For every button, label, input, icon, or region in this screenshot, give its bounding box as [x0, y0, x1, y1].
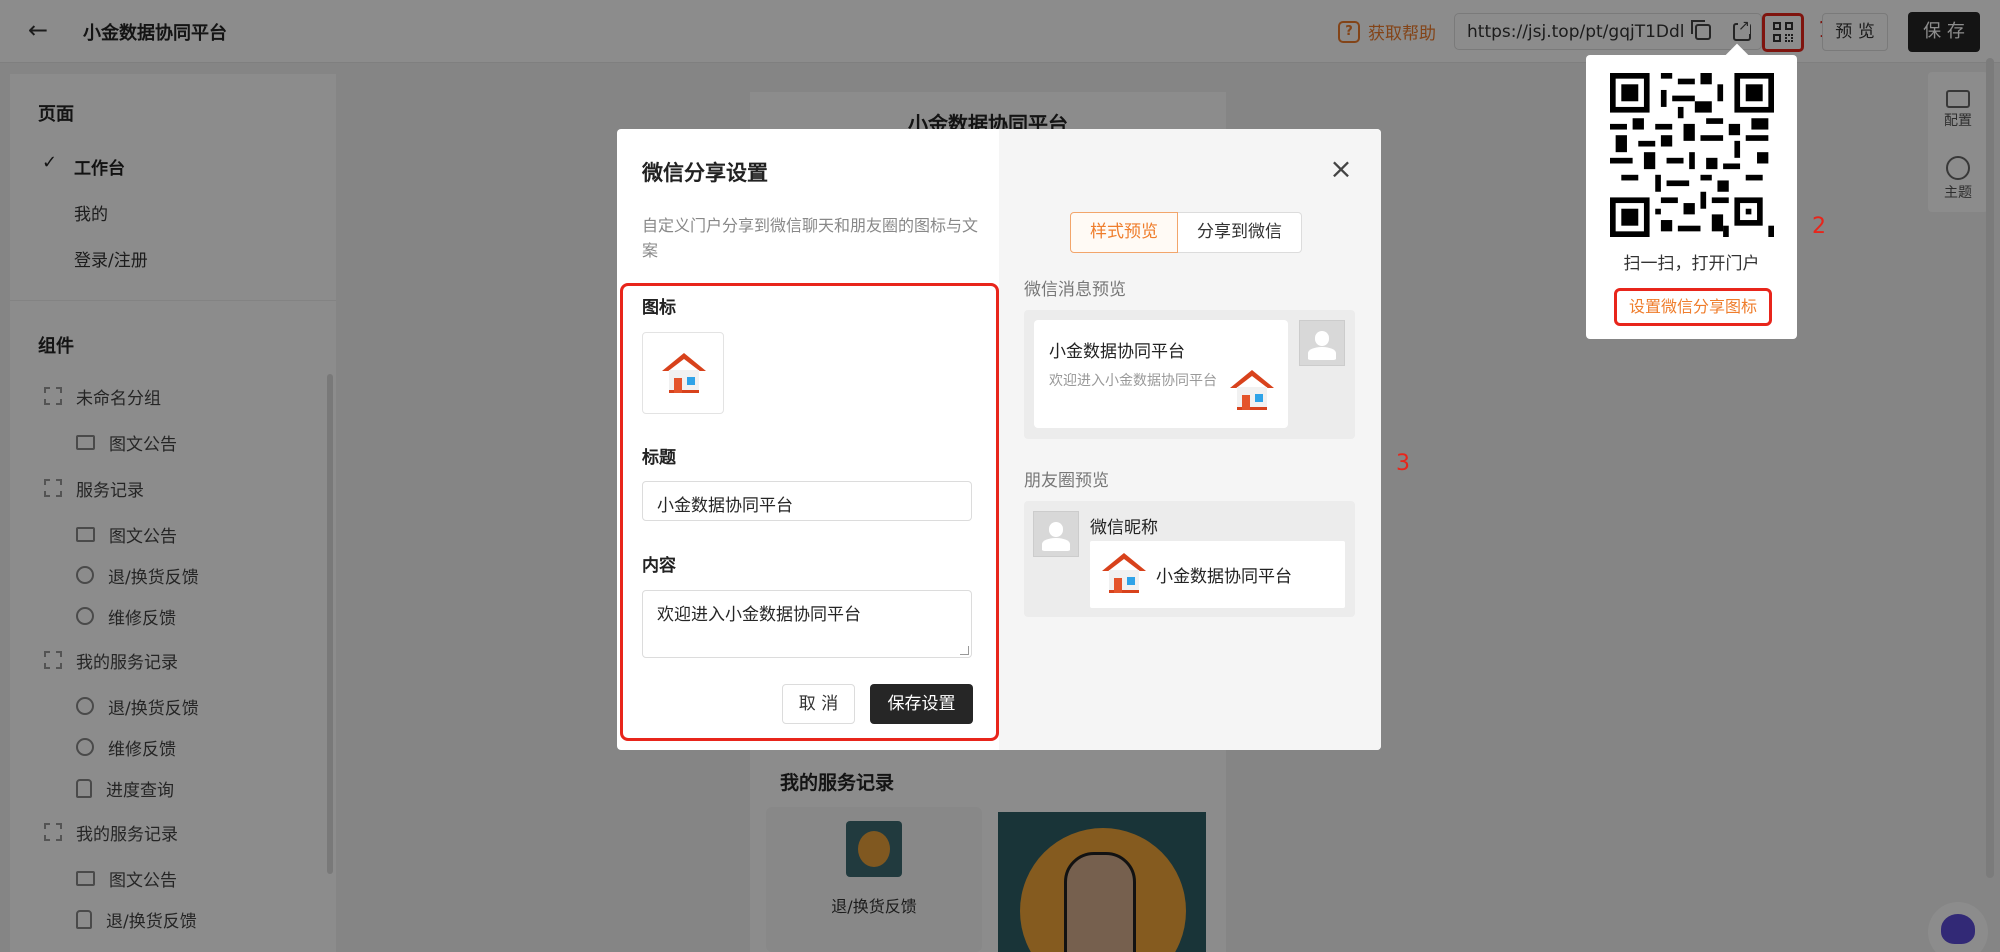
house-icon — [662, 353, 706, 393]
modal-description: 自定义门户分享到微信聊天和朋友圈的图标与文案 — [642, 216, 979, 260]
moments-preview-label: 朋友圈预览 — [1024, 471, 1109, 491]
qr-popover: 扫一扫，打开门户 设置微信分享图标 — [1586, 55, 1797, 339]
cancel-button[interactable]: 取 消 — [782, 684, 855, 724]
preview-tabs: 样式预览 分享到微信 — [1070, 212, 1302, 253]
close-icon[interactable]: × — [1328, 155, 1354, 183]
house-icon — [1230, 370, 1274, 410]
message-preview: 小金数据协同平台 欢迎进入小金数据协同平台 — [1024, 310, 1355, 439]
moment-card: 小金数据协同平台 — [1090, 541, 1345, 608]
message-title: 小金数据协同平台 — [1049, 342, 1185, 362]
wechat-share-modal: 微信分享设置 自定义门户分享到微信聊天和朋友圈的图标与文案 图标 标题 小金数据… — [617, 129, 1381, 750]
avatar-icon — [1033, 511, 1079, 557]
tab-share-wechat[interactable]: 分享到微信 — [1178, 212, 1302, 253]
house-icon — [1102, 553, 1146, 593]
title-input[interactable]: 小金数据协同平台 — [642, 481, 972, 521]
message-card: 小金数据协同平台 欢迎进入小金数据协同平台 — [1034, 320, 1288, 428]
save-settings-button[interactable]: 保存设置 — [870, 684, 973, 724]
qr-caption: 扫一扫，打开门户 — [1623, 254, 1760, 274]
avatar-icon — [1299, 320, 1345, 366]
annotation-2: 2 — [1812, 214, 1826, 239]
message-description: 欢迎进入小金数据协同平台 — [1049, 373, 1217, 389]
moment-title: 小金数据协同平台 — [1156, 567, 1292, 587]
icon-label: 图标 — [642, 298, 676, 318]
icon-upload[interactable] — [642, 332, 724, 414]
modal-title: 微信分享设置 — [642, 161, 768, 185]
content-label: 内容 — [642, 556, 676, 576]
nickname: 微信昵称 — [1090, 518, 1158, 538]
content-textarea[interactable]: 欢迎进入小金数据协同平台 — [642, 590, 972, 658]
annotation-3: 3 — [1396, 451, 1410, 476]
moments-preview: 微信昵称 小金数据协同平台 — [1024, 501, 1355, 617]
tab-style-preview[interactable]: 样式预览 — [1070, 212, 1178, 253]
title-label: 标题 — [642, 448, 676, 468]
message-preview-label: 微信消息预览 — [1024, 280, 1126, 300]
set-share-icon-link[interactable]: 设置微信分享图标 — [1614, 288, 1772, 326]
qr-code-image — [1610, 73, 1774, 237]
